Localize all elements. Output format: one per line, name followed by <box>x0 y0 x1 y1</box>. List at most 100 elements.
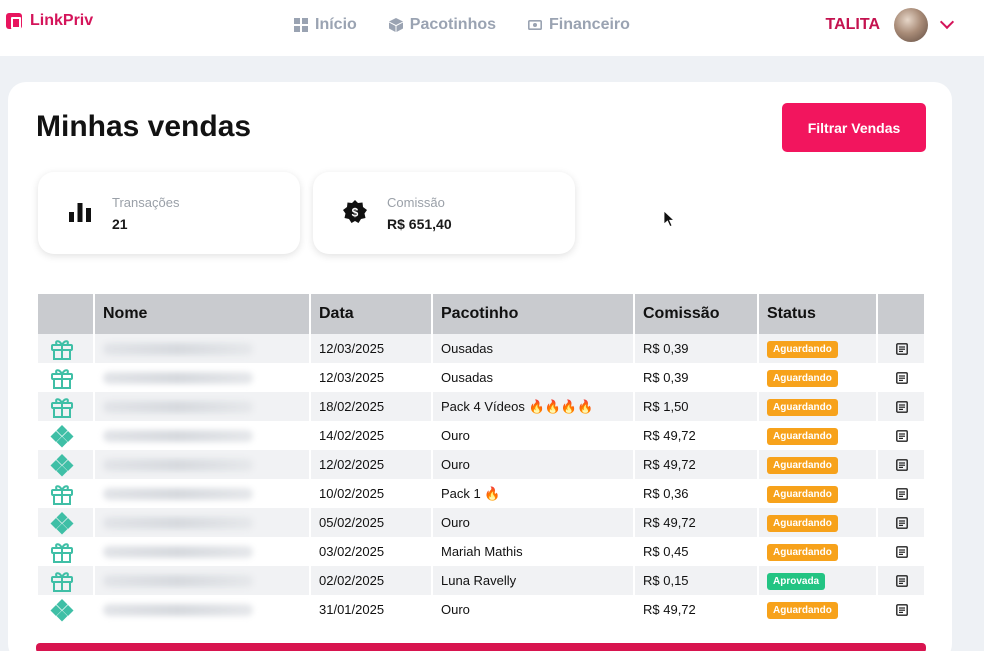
type-cell <box>38 450 95 479</box>
stat-value: 21 <box>112 216 128 232</box>
package-cell: Pack 1 🔥 <box>432 479 635 508</box>
user-name: TALITA <box>825 16 881 33</box>
date-cell: 10/02/2025 <box>310 479 433 508</box>
receipt-icon[interactable] <box>896 603 908 616</box>
diamond-cluster-icon <box>50 424 74 447</box>
receipt-icon[interactable] <box>896 429 908 442</box>
mouse-cursor-icon <box>664 211 676 227</box>
main-nav: Início Pacotinhos Financeiro <box>294 16 630 34</box>
stat-label: Transações <box>112 195 180 210</box>
bottom-accent-bar <box>36 643 926 651</box>
receipt-icon[interactable] <box>896 516 908 529</box>
svg-text:$: $ <box>352 206 359 220</box>
type-cell <box>38 421 95 450</box>
sales-table-body: 12/03/2025 Ousadas R$ 0,39 Aguardando 12/03/… <box>38 334 924 624</box>
actions-cell <box>877 595 924 624</box>
name-cell <box>94 450 311 479</box>
status-cell: Aguardando <box>758 450 878 479</box>
blurred-name <box>103 516 253 529</box>
name-cell <box>94 566 311 595</box>
package-cell: Luna Ravelly <box>432 566 635 595</box>
commission-cell: R$ 49,72 <box>634 421 759 450</box>
nav-item-label: Financeiro <box>549 16 630 33</box>
name-cell <box>94 479 311 508</box>
nav-item-pacotinhos[interactable]: Pacotinhos <box>388 16 496 34</box>
actions-cell <box>877 537 924 566</box>
table-row[interactable]: 02/02/2025 Luna Ravelly R$ 0,15 Aprovada <box>38 566 924 595</box>
table-row[interactable]: 12/02/2025 Ouro R$ 49,72 Aguardando <box>38 450 924 479</box>
column-header-data[interactable]: Data <box>310 294 433 334</box>
blurred-name <box>103 400 253 413</box>
column-header-pacotinho[interactable]: Pacotinho <box>432 294 635 334</box>
package-cell: Ousadas <box>432 363 635 392</box>
actions-cell <box>877 566 924 595</box>
brand[interactable]: LinkPriv <box>6 12 93 30</box>
gift-icon <box>51 542 73 563</box>
chevron-down-icon[interactable] <box>939 14 955 30</box>
date-cell: 14/02/2025 <box>310 421 433 450</box>
status-cell: Aguardando <box>758 334 878 363</box>
status-badge: Aprovada <box>767 572 826 590</box>
name-cell <box>94 363 311 392</box>
stat-card-transactions: Transações 21 <box>38 172 300 254</box>
table-row[interactable]: 18/02/2025 Pack 4 Vídeos 🔥🔥🔥🔥 R$ 1,50 Aguar… <box>38 392 924 421</box>
package-cell: Ouro <box>432 421 635 450</box>
receipt-icon[interactable] <box>896 574 908 587</box>
filter-sales-button[interactable]: Filtrar Vendas <box>782 103 926 152</box>
receipt-icon[interactable] <box>896 342 908 355</box>
table-row[interactable]: 12/03/2025 Ousadas R$ 0,39 Aguardando <box>38 363 924 392</box>
box-icon <box>388 18 403 32</box>
blurred-name <box>103 603 253 616</box>
type-cell <box>38 363 95 392</box>
brand-logo-icon <box>6 13 22 29</box>
receipt-icon[interactable] <box>896 458 908 471</box>
package-cell: Ouro <box>432 450 635 479</box>
commission-cell: R$ 0,45 <box>634 537 759 566</box>
date-cell: 02/02/2025 <box>310 566 433 595</box>
status-cell: Aguardando <box>758 508 878 537</box>
status-badge: Aguardando <box>767 427 838 445</box>
actions-cell <box>877 508 924 537</box>
status-cell: Aguardando <box>758 479 878 508</box>
status-cell: Aguardando <box>758 537 878 566</box>
nav-item-financeiro[interactable]: Financeiro <box>528 16 630 34</box>
nav-item-label: Início <box>315 16 357 33</box>
diamond-cluster-icon <box>50 598 74 621</box>
column-header-comissao[interactable]: Comissão <box>634 294 759 334</box>
status-cell: Aprovada <box>758 566 878 595</box>
package-cell: Pack 4 Vídeos 🔥🔥🔥🔥 <box>432 392 635 421</box>
table-row[interactable]: 31/01/2025 Ouro R$ 49,72 Aguardando <box>38 595 924 624</box>
table-row[interactable]: 14/02/2025 Ouro R$ 49,72 Aguardando <box>38 421 924 450</box>
table-row[interactable]: 10/02/2025 Pack 1 🔥 R$ 0,36 Aguardando <box>38 479 924 508</box>
actions-cell <box>877 334 924 363</box>
column-header-status[interactable]: Status <box>758 294 878 334</box>
date-cell: 05/02/2025 <box>310 508 433 537</box>
nav-item-inicio[interactable]: Início <box>294 16 357 34</box>
column-header-nome[interactable]: Nome <box>94 294 311 334</box>
table-row[interactable]: 05/02/2025 Ouro R$ 49,72 Aguardando <box>38 508 924 537</box>
blurred-name <box>103 342 253 355</box>
blurred-name <box>103 545 253 558</box>
type-cell <box>38 566 95 595</box>
status-cell: Aguardando <box>758 392 878 421</box>
blurred-name <box>103 429 253 442</box>
receipt-icon[interactable] <box>896 371 908 384</box>
blurred-name <box>103 458 253 471</box>
user-menu[interactable]: TALITA <box>825 8 955 42</box>
avatar[interactable] <box>894 8 928 42</box>
gift-icon <box>51 484 73 505</box>
receipt-icon[interactable] <box>896 487 908 500</box>
status-badge: Aguardando <box>767 340 838 358</box>
receipt-icon[interactable] <box>896 545 908 558</box>
gift-icon <box>51 339 73 360</box>
brand-name: LinkPriv <box>30 12 94 29</box>
status-cell: Aguardando <box>758 595 878 624</box>
table-row[interactable]: 12/03/2025 Ousadas R$ 0,39 Aguardando <box>38 334 924 363</box>
date-cell: 12/03/2025 <box>310 363 433 392</box>
commission-cell: R$ 0,15 <box>634 566 759 595</box>
receipt-icon[interactable] <box>896 400 908 413</box>
gift-icon <box>51 397 73 418</box>
page-title: Minhas vendas <box>36 110 252 143</box>
table-row[interactable]: 03/02/2025 Mariah Mathis R$ 0,45 Aguardando <box>38 537 924 566</box>
name-cell <box>94 334 311 363</box>
